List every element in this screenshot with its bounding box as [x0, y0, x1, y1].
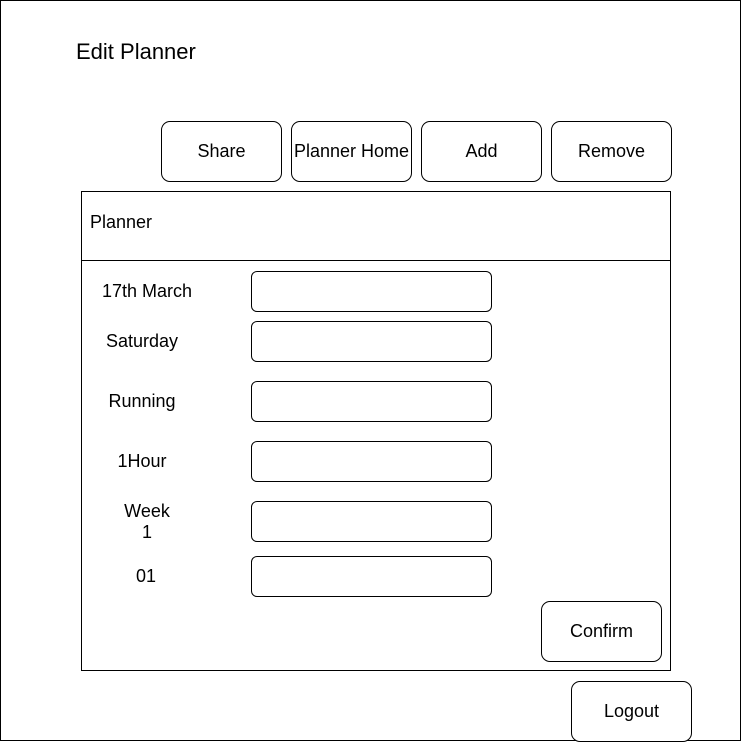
app-window: Edit Planner Share Planner Home Add Remo…: [0, 0, 741, 742]
week-label: Week 1: [82, 501, 212, 543]
week-label-line2: 1: [141, 522, 152, 542]
planner-home-button[interactable]: Planner Home: [291, 121, 412, 182]
week-label-line1: Week: [124, 501, 170, 521]
planner-panel-header: Planner: [82, 192, 670, 261]
planner-panel: Planner 17th March Saturday Running 1Hou…: [81, 191, 671, 671]
number-label: 01: [135, 566, 157, 586]
remove-button[interactable]: Remove: [551, 121, 672, 182]
duration-input[interactable]: [251, 441, 492, 482]
date-input[interactable]: [251, 271, 492, 312]
day-label: Saturday: [105, 331, 179, 351]
page-title: Edit Planner: [76, 39, 196, 64]
logout-button[interactable]: Logout: [571, 681, 692, 742]
week-input[interactable]: [251, 501, 492, 542]
activity-label: Running: [108, 391, 176, 411]
activity-input[interactable]: [251, 381, 492, 422]
duration-label: 1Hour: [117, 451, 167, 471]
number-input[interactable]: [251, 556, 492, 597]
add-button[interactable]: Add: [421, 121, 542, 182]
planner-panel-title: Planner: [90, 212, 153, 232]
date-label: 17th March: [101, 281, 193, 301]
day-input[interactable]: [251, 321, 492, 362]
share-button[interactable]: Share: [161, 121, 282, 182]
confirm-button[interactable]: Confirm: [541, 601, 662, 662]
